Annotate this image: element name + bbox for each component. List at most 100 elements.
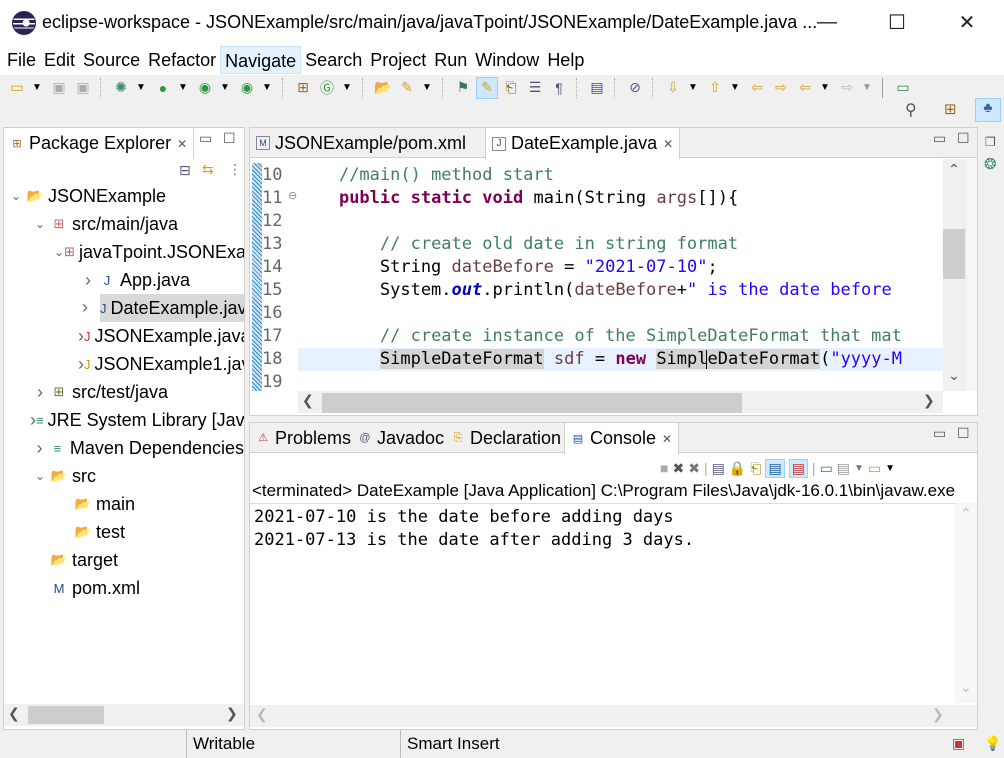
java-perspective-icon[interactable]: ♣ — [975, 98, 1001, 122]
console-horizontal-scrollbar[interactable]: ❮ ❯ — [250, 705, 977, 727]
error-log-icon[interactable]: ▣ — [952, 735, 965, 752]
save-all-icon[interactable]: ▣ — [72, 77, 94, 99]
open-console-dropdown-icon[interactable]: ▼ — [885, 463, 895, 474]
search-tool-dropdown-icon[interactable]: ▼ — [420, 77, 434, 99]
menu-search[interactable]: Search — [301, 46, 366, 74]
tree-item[interactable]: ›JDateExample.java — [100, 294, 244, 322]
scrollbar-thumb[interactable] — [322, 393, 742, 413]
tree-item[interactable]: 📂 test — [54, 518, 125, 546]
remove-all-terminated-icon[interactable]: ✖ — [688, 460, 700, 477]
new-package-icon[interactable]: ⊞ — [292, 77, 314, 99]
expand-chevron-icon[interactable]: ⌄ — [30, 217, 50, 231]
maximize-view-icon[interactable]: ☐ — [957, 130, 970, 147]
scroll-left-icon[interactable]: ❮ — [256, 706, 268, 723]
menu-navigate[interactable]: Navigate — [220, 46, 302, 74]
next-annotation-icon[interactable]: ⇩ — [662, 77, 684, 99]
minimize-view-icon[interactable]: ▭ — [199, 130, 212, 147]
pin-console-icon[interactable]: ▭ — [820, 460, 833, 477]
display-console-icon[interactable]: ▤ — [837, 460, 850, 477]
clear-console-icon[interactable]: ▤ — [712, 460, 725, 477]
scroll-right-icon[interactable]: ❯ — [932, 706, 944, 723]
coverage-icon[interactable]: ◉ — [194, 77, 216, 99]
pin-editor-icon[interactable]: ▭ — [892, 77, 914, 99]
terminate-icon[interactable]: ■ — [660, 460, 668, 476]
scrollbar-thumb[interactable] — [28, 706, 104, 724]
display-console-dropdown-icon[interactable]: ▼ — [854, 463, 864, 474]
back-icon[interactable]: ⇦ — [794, 77, 816, 99]
link-with-editor-icon[interactable]: ⇆ — [202, 161, 214, 178]
minimize-view-icon[interactable]: ▭ — [933, 130, 946, 147]
skip-breakpoints-icon[interactable]: ⊘ — [624, 77, 646, 99]
expand-chevron-icon[interactable]: ⌄ — [54, 245, 64, 259]
tree-item[interactable]: › ⊞ src/test/java — [30, 378, 168, 406]
menu-edit[interactable]: Edit — [40, 46, 79, 74]
show-whitespace-icon[interactable]: ¶ — [548, 77, 570, 99]
scroll-down-icon[interactable]: ⌄ — [948, 367, 960, 384]
scroll-left-icon[interactable]: ❮ — [8, 705, 20, 722]
expand-chevron-icon[interactable]: ⌄ — [6, 189, 26, 203]
menu-refactor[interactable]: Refactor — [144, 46, 220, 74]
tree-item[interactable]: 📂 target — [30, 546, 118, 574]
editor-vertical-scrollbar[interactable]: ⌃ ⌄ — [943, 159, 967, 391]
external-tools-dropdown-icon[interactable]: ▼ — [260, 77, 274, 99]
tab-date-example[interactable]: J DateExample.java ✕ — [485, 128, 681, 159]
forward-edit-icon[interactable]: ⇨ — [770, 77, 792, 99]
expand-chevron-icon[interactable]: ⌄ — [30, 469, 50, 483]
console-view-icon[interactable]: ▤ — [586, 77, 608, 99]
collapse-chevron-icon[interactable]: › — [30, 438, 49, 459]
tree-horizontal-scrollbar[interactable]: ❮ ❯ — [4, 704, 244, 726]
tree-item[interactable]: Mpom.xml — [30, 574, 140, 602]
tree-item[interactable]: › ≡ Maven Dependencies — [30, 434, 244, 462]
collapse-all-icon[interactable]: ⊟ — [179, 162, 191, 179]
code-area[interactable]: //main() method start public static void… — [298, 164, 943, 394]
run-icon[interactable]: ● — [152, 77, 174, 99]
outline-view-icon[interactable]: ❂ — [984, 155, 997, 173]
open-perspective-icon[interactable]: ⊞ — [944, 100, 966, 122]
debug-dropdown-icon[interactable]: ▼ — [134, 77, 148, 99]
run-dropdown-icon[interactable]: ▼ — [176, 77, 190, 99]
tip-bulb-icon[interactable]: 💡 — [984, 735, 1001, 752]
last-edit-location-icon[interactable]: ⇦ — [746, 77, 768, 99]
scroll-up-icon[interactable]: ⌃ — [960, 505, 972, 522]
close-icon[interactable]: ✕ — [177, 137, 187, 151]
editor-horizontal-scrollbar[interactable]: ❮ ❯ — [298, 391, 943, 413]
forward-dropdown-icon[interactable]: ▼ — [860, 77, 874, 99]
tree-item[interactable]: › J JSONExample.java — [78, 322, 244, 350]
scroll-left-icon[interactable]: ❮ — [302, 392, 314, 409]
scrollbar-thumb[interactable] — [943, 229, 965, 279]
menu-run[interactable]: Run — [430, 46, 471, 74]
tree-item[interactable]: ⌄ 📂 src — [30, 462, 96, 490]
menu-help[interactable]: Help — [543, 46, 588, 74]
tab-pom-xml[interactable]: M JSONExample/pom.xml — [250, 128, 472, 158]
console-vertical-scrollbar[interactable]: ⌃ ⌄ — [955, 503, 977, 703]
previous-annotation-icon[interactable]: ⇧ — [704, 77, 726, 99]
maximize-view-icon[interactable]: ☐ — [223, 130, 236, 147]
minimize-button[interactable]: — — [804, 0, 850, 45]
new-class-dropdown-icon[interactable]: ▼ — [340, 77, 354, 99]
debug-icon[interactable]: ✺ — [110, 77, 132, 99]
console-output[interactable]: 2021-07-10 is the date before adding day… — [250, 503, 955, 703]
scroll-right-icon[interactable]: ❯ — [226, 705, 238, 722]
menu-project[interactable]: Project — [366, 46, 430, 74]
tree-item[interactable]: › J App.java — [78, 266, 190, 294]
show-source-icon[interactable]: ☰ — [524, 77, 546, 99]
scroll-up-icon[interactable]: ⌃ — [948, 161, 960, 178]
scroll-down-icon[interactable]: ⌄ — [960, 679, 972, 696]
menu-source[interactable]: Source — [79, 46, 144, 74]
tree-item[interactable]: 📂 main — [54, 490, 135, 518]
search-tool-icon[interactable]: ✎ — [396, 77, 418, 99]
tree-item[interactable]: ›≡JRE System Library [JavaSE-16] — [30, 406, 244, 434]
new-class-icon[interactable]: Ⓖ — [316, 77, 338, 99]
search-icon[interactable]: ⚲ — [905, 100, 927, 122]
open-console-icon[interactable]: ▭ — [868, 460, 881, 477]
maximize-view-icon[interactable]: ☐ — [957, 425, 970, 442]
back-dropdown-icon[interactable]: ▼ — [818, 77, 832, 99]
toggle-block-selection-icon[interactable]: ⎗ — [500, 77, 522, 99]
collapse-chevron-icon[interactable]: › — [30, 382, 50, 403]
new-icon[interactable]: ▭ — [6, 77, 28, 99]
tab-declaration[interactable]: ⎘ Declaration — [445, 423, 567, 453]
tab-problems[interactable]: ⚠ Problems — [250, 423, 357, 453]
tree-item[interactable]: ⌄⊞javaTpoint.JSONExample — [54, 238, 244, 266]
open-type-icon[interactable]: 📂 — [372, 77, 394, 99]
close-tab-icon[interactable]: ✕ — [663, 137, 673, 151]
